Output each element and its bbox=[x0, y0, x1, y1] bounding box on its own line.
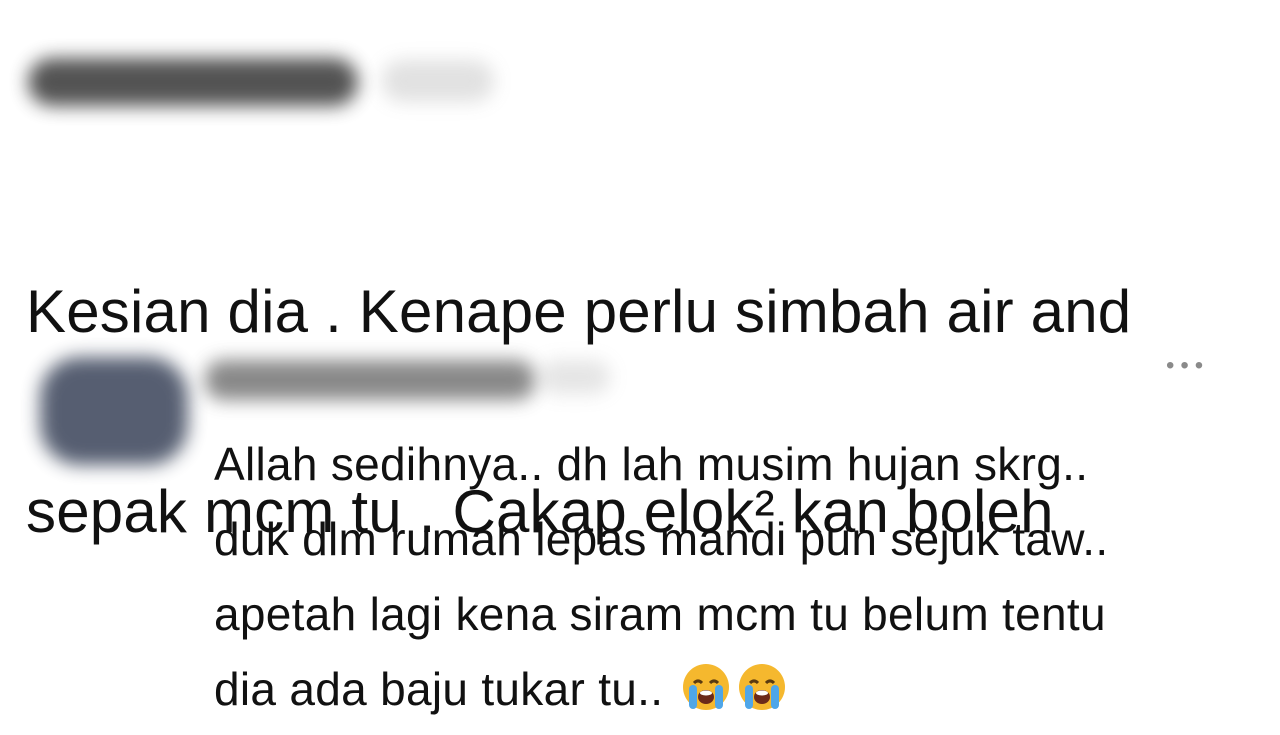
comment-author-name-blurred[interactable] bbox=[28, 58, 358, 106]
avatar[interactable] bbox=[40, 357, 188, 465]
reply-text-line-content: dia ada baju tukar tu.. bbox=[214, 663, 664, 715]
reply-text: Allah sedihnya.. dh lah musim hujan skrg… bbox=[214, 427, 1274, 727]
loudly-crying-face-icon bbox=[736, 660, 788, 712]
comment-timestamp-blurred bbox=[382, 60, 494, 102]
comment-author-name-blurred[interactable] bbox=[205, 360, 535, 400]
comment-text-line: Kesian dia . Kenape perlu simbah air and bbox=[26, 278, 1132, 345]
reply-text-line: apetah lagi kena siram mcm tu belum tent… bbox=[214, 588, 1106, 640]
more-options-icon[interactable]: ••• bbox=[1166, 352, 1209, 380]
loudly-crying-face-icon bbox=[680, 660, 732, 712]
reply-text-line: dia ada baju tukar tu.. bbox=[214, 652, 1274, 727]
comment-author-name-blurred-tail bbox=[540, 360, 610, 394]
reply-text-line: Allah sedihnya.. dh lah musim hujan skrg… bbox=[214, 438, 1089, 490]
reply-text-line: duk dlm rumah lepas mandi pun sejuk taw.… bbox=[214, 513, 1109, 565]
